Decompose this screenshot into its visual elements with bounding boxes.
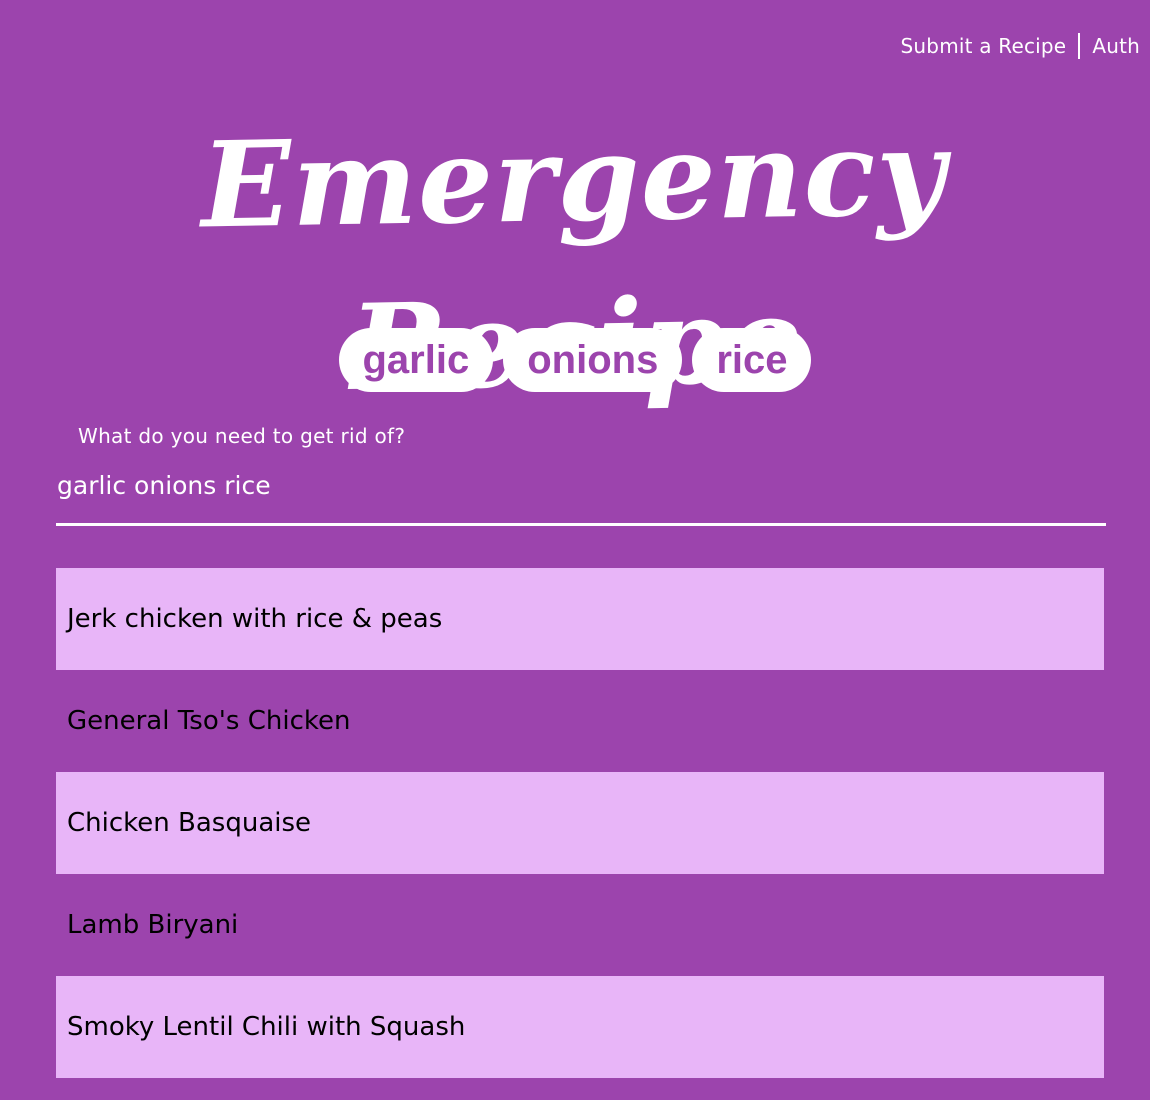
ingredient-chip-onions[interactable]: onions [503,328,683,392]
submit-recipe-link[interactable]: Submit a Recipe [901,34,1067,58]
recipe-result-item[interactable]: Chicken Basquaise [56,772,1104,874]
recipe-results-list: Jerk chicken with rice & peas General Ts… [56,568,1104,1078]
recipe-result-item[interactable]: Jerk chicken with rice & peas [56,568,1104,670]
recipe-result-item[interactable]: General Tso's Chicken [56,670,1104,772]
top-nav: Submit a Recipe Auth [901,33,1140,59]
search-label: What do you need to get rid of? [78,424,406,448]
recipe-result-item[interactable]: Lamb Biryani [56,874,1104,976]
ingredients-search-input[interactable] [56,458,1106,526]
ingredient-chip-rice[interactable]: rice [692,328,812,392]
nav-divider [1078,33,1081,59]
ingredient-chips: garlic onions rice [0,328,1150,392]
ingredient-chip-garlic[interactable]: garlic [338,328,494,392]
recipe-result-item[interactable]: Smoky Lentil Chili with Squash [56,976,1104,1078]
auth-link[interactable]: Auth [1092,34,1140,58]
